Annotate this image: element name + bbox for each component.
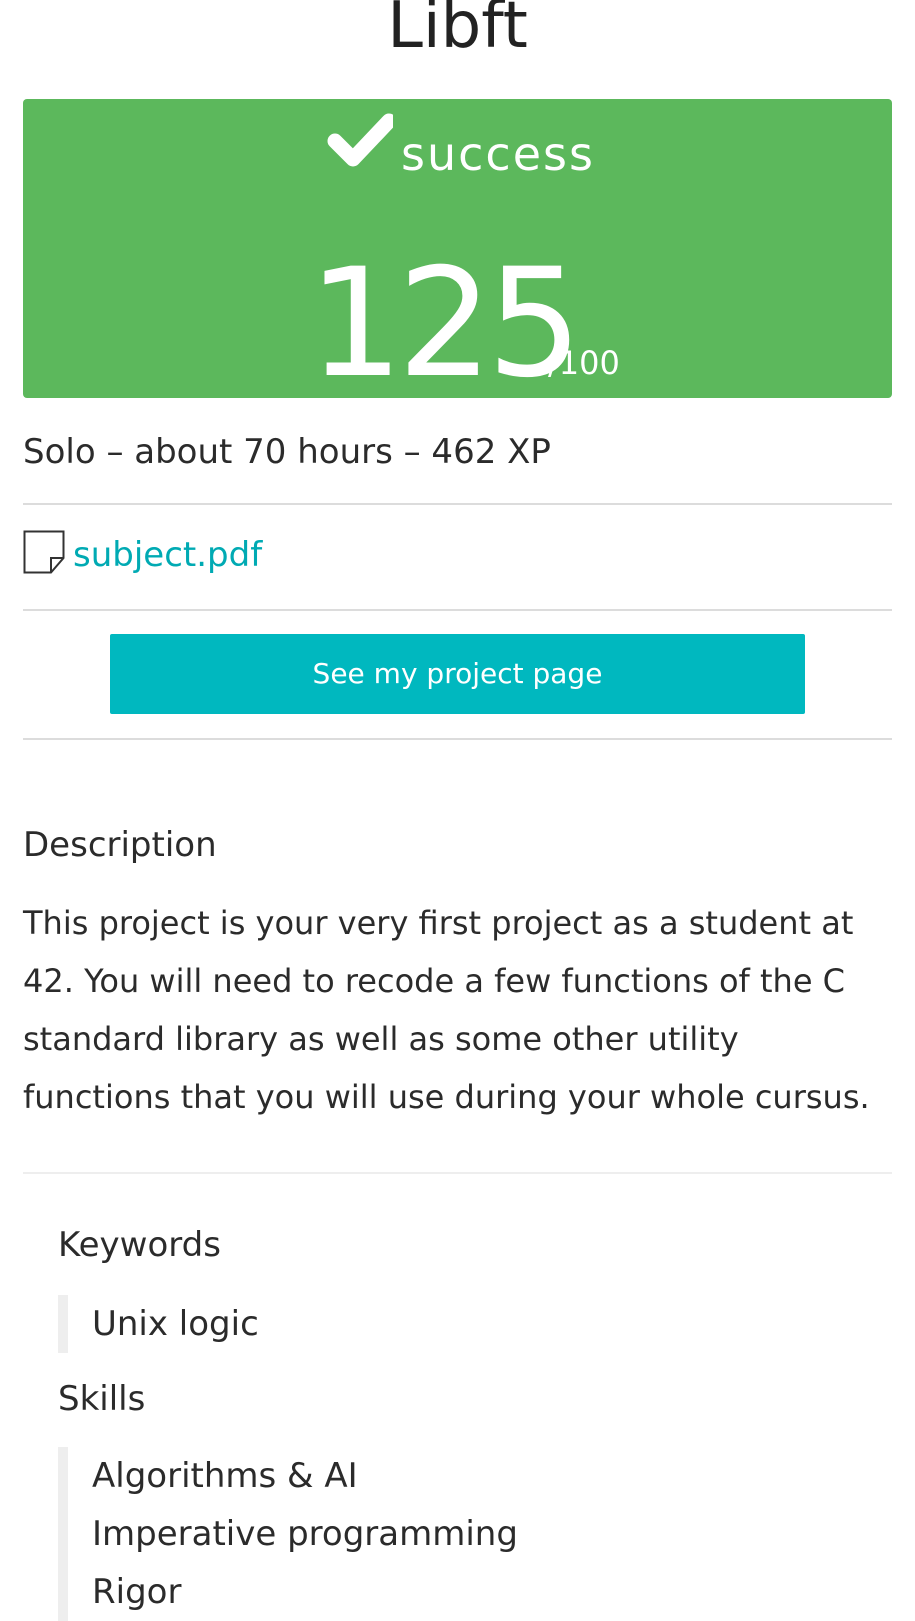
- keyword-item: Unix logic: [92, 1304, 259, 1344]
- see-project-page-button[interactable]: See my project page: [110, 634, 805, 714]
- status-label: success: [401, 127, 595, 181]
- final-mark: 125: [308, 237, 582, 411]
- skill-item: Imperative programming: [92, 1514, 518, 1554]
- divider: [23, 738, 892, 740]
- divider: [23, 609, 892, 611]
- keywords-list: Unix logic: [58, 1295, 259, 1353]
- project-meta: Solo – about 70 hours – 462 XP: [23, 432, 551, 472]
- description-heading: Description: [23, 825, 217, 865]
- result-card: success 125 /100: [23, 99, 892, 409]
- skill-item: Rigor: [92, 1572, 182, 1612]
- document-icon: [23, 530, 65, 574]
- page-title: Libft: [387, 0, 528, 63]
- max-mark: /100: [548, 344, 620, 382]
- check-icon: [327, 113, 393, 167]
- subject-pdf-link[interactable]: subject.pdf: [73, 530, 262, 580]
- description-text: This project is your very first project …: [23, 904, 870, 1116]
- skills-list: Algorithms & AI Imperative programming R…: [58, 1447, 518, 1621]
- skills-heading: Skills: [58, 1379, 146, 1419]
- skill-item: Algorithms & AI: [92, 1456, 358, 1496]
- divider: [23, 503, 892, 505]
- keywords-heading: Keywords: [58, 1225, 221, 1265]
- divider: [23, 1172, 892, 1174]
